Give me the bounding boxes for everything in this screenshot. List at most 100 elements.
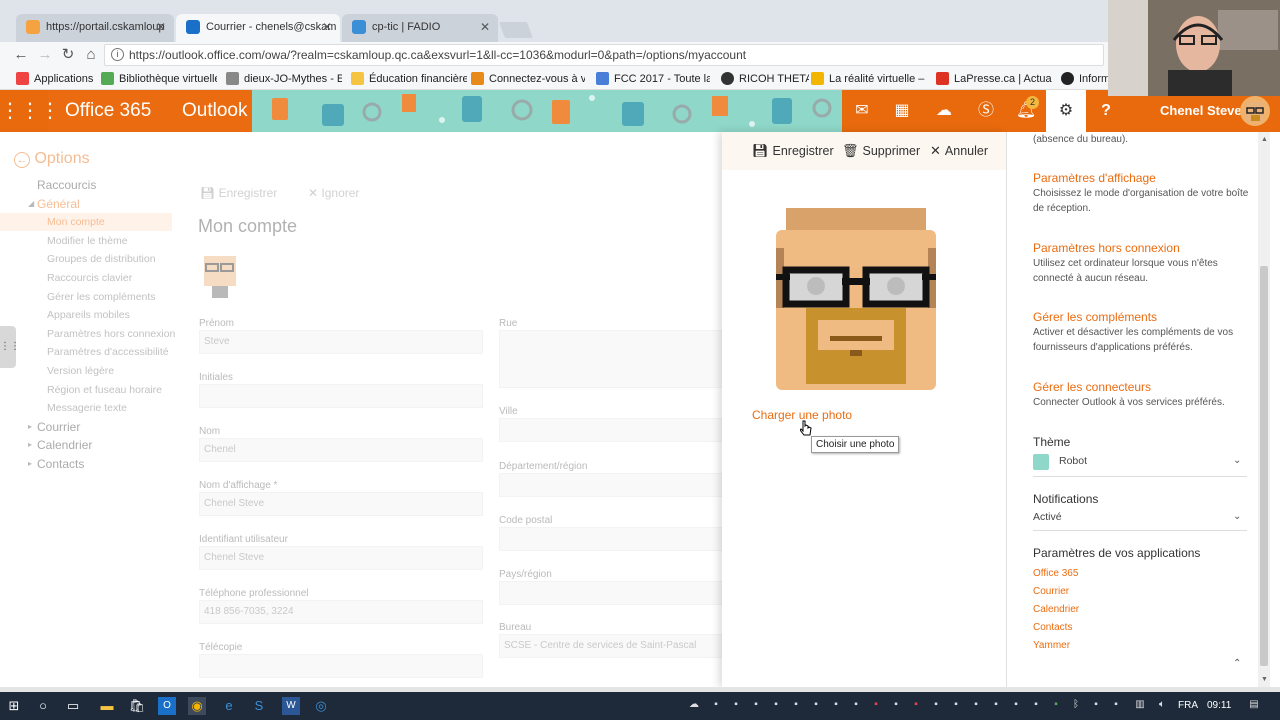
- tray-icon[interactable]: ▪: [710, 699, 722, 711]
- bookmark-realite[interactable]: La réalité virtuelle – F: [811, 71, 927, 87]
- form-input[interactable]: Chenel Steve: [199, 546, 483, 570]
- chevron-up-icon[interactable]: ⌃: [1233, 658, 1241, 669]
- form-input[interactable]: [199, 384, 483, 408]
- bookmark-lapresse[interactable]: LaPresse.ca | Actualité: [936, 71, 1052, 87]
- outlook-taskbar-icon[interactable]: O: [158, 697, 176, 715]
- form-input[interactable]: Steve: [199, 330, 483, 354]
- language-indicator[interactable]: FRA: [1178, 692, 1198, 720]
- chevron-right-icon[interactable]: ▸: [28, 436, 32, 454]
- form-input[interactable]: [499, 527, 723, 551]
- close-tab-icon[interactable]: ✕: [156, 14, 166, 40]
- tray-icon[interactable]: ▪: [850, 699, 862, 711]
- form-input[interactable]: [499, 581, 723, 605]
- close-tab-icon[interactable]: ✕: [322, 14, 332, 40]
- app-link-office365[interactable]: Office 365: [1033, 568, 1078, 579]
- manage-addins-link[interactable]: Gérer les compléments: [1033, 310, 1157, 324]
- nav-item-contacts[interactable]: Contacts: [0, 455, 172, 473]
- offline-settings-link[interactable]: Paramètres hors connexion: [1033, 241, 1180, 255]
- tray-icon[interactable]: ▪: [830, 699, 842, 711]
- edge-icon[interactable]: e: [220, 697, 238, 715]
- nav-item-raccourcis-clavier[interactable]: Raccourcis clavier: [0, 269, 172, 287]
- network-icon[interactable]: ▥: [1134, 699, 1146, 711]
- app-link-courrier[interactable]: Courrier: [1033, 586, 1069, 597]
- bookmark-inform[interactable]: Inform: [1061, 71, 1111, 87]
- tray-icon[interactable]: ▪: [1010, 699, 1022, 711]
- form-input[interactable]: Chenel: [199, 438, 483, 462]
- tray-icon[interactable]: ▪: [1090, 699, 1102, 711]
- form-input[interactable]: [499, 330, 723, 388]
- scroll-down-arrow-icon[interactable]: ▼: [1261, 676, 1268, 683]
- browser-tab-courrier[interactable]: Courrier - chenels@cskam ✕: [176, 14, 340, 42]
- tray-icon[interactable]: ▪: [950, 699, 962, 711]
- form-input[interactable]: [499, 473, 723, 497]
- manage-connectors-link[interactable]: Gérer les connecteurs: [1033, 380, 1151, 394]
- skype-taskbar-icon[interactable]: S: [250, 697, 268, 715]
- tray-icon[interactable]: ▪: [770, 699, 782, 711]
- nav-item-mon-compte[interactable]: Mon compte: [0, 213, 172, 232]
- tray-icon[interactable]: ▪: [1030, 699, 1042, 711]
- nav-item-calendrier[interactable]: Calendrier: [0, 436, 172, 454]
- app-name[interactable]: Outlook: [182, 90, 247, 132]
- tray-icon[interactable]: ▪: [870, 699, 882, 711]
- o365-brand[interactable]: Office 365: [65, 90, 151, 132]
- chevron-right-icon[interactable]: ▸: [28, 418, 32, 436]
- volume-icon[interactable]: 🔈︎: [1156, 699, 1168, 711]
- outlook-icon[interactable]: ✉: [842, 90, 882, 132]
- tray-icon[interactable]: ▪: [790, 699, 802, 711]
- tray-icon[interactable]: ▪: [1110, 699, 1122, 711]
- form-input[interactable]: Chenel Steve: [199, 492, 483, 516]
- photo-delete-button[interactable]: 🗑︎ Supprimer: [842, 142, 920, 160]
- nav-item-modifier-le-theme[interactable]: Modifier le thème: [0, 232, 172, 250]
- app-link-calendrier[interactable]: Calendrier: [1033, 604, 1079, 615]
- bookmark-education[interactable]: Éducation financière: [351, 71, 467, 87]
- reload-icon[interactable]: ↻: [59, 46, 77, 64]
- nav-item-groupes-de-distribution[interactable]: Groupes de distribution: [0, 250, 172, 268]
- close-tab-icon[interactable]: ✕: [480, 14, 490, 40]
- nav-item-raccourcis[interactable]: Raccourcis: [0, 176, 172, 194]
- avatar[interactable]: [1240, 96, 1270, 126]
- tray-icon[interactable]: ▪: [810, 699, 822, 711]
- bluetooth-icon[interactable]: ᛒ: [1070, 699, 1082, 711]
- back-arrow-icon[interactable]: ←: [14, 152, 30, 168]
- tray-icon[interactable]: ▪: [930, 699, 942, 711]
- home-icon[interactable]: ⌂: [82, 46, 100, 64]
- file-explorer-icon[interactable]: ▬: [98, 697, 116, 715]
- tray-icon[interactable]: ▪: [990, 699, 1002, 711]
- nav-item-parametres-hors-connexion[interactable]: Paramètres hors connexion: [0, 325, 175, 343]
- tray-icon[interactable]: ▪: [730, 699, 742, 711]
- photo-save-button[interactable]: 💾︎ Enregistrer: [752, 142, 834, 160]
- scrollbar-thumb[interactable]: [1260, 266, 1268, 666]
- tray-icon[interactable]: ▪: [970, 699, 982, 711]
- tray-icon[interactable]: ▪: [890, 699, 902, 711]
- forward-arrow-icon[interactable]: →: [36, 46, 54, 64]
- nav-item-version-legere[interactable]: Version légère: [0, 362, 172, 380]
- photo-cancel-button[interactable]: ✕ Annuler: [930, 142, 988, 160]
- store-icon[interactable]: 🛍︎: [128, 697, 146, 715]
- user-name[interactable]: Chenel Steve: [1160, 90, 1242, 132]
- nav-item-appareils-mobiles[interactable]: Appareils mobiles: [0, 306, 172, 324]
- form-input[interactable]: SCSE - Centre de services de Saint-Pasca…: [499, 634, 723, 658]
- save-button[interactable]: 💾︎ Enregistrer: [200, 186, 277, 200]
- discard-button[interactable]: ✕ Ignorer: [308, 186, 359, 200]
- nav-item-courrier[interactable]: Courrier: [0, 418, 172, 436]
- app-link-yammer[interactable]: Yammer: [1033, 640, 1070, 651]
- skype-icon[interactable]: Ⓢ: [966, 90, 1006, 132]
- bookmark-bibliotheque[interactable]: Bibliothèque virtuelle: [101, 71, 217, 87]
- onedrive-cloud-icon[interactable]: ☁: [924, 90, 964, 132]
- bookmark-applications[interactable]: Applications: [16, 71, 110, 87]
- theme-dropdown[interactable]: Robot ⌄: [1033, 452, 1247, 474]
- bell-icon[interactable]: 🔔︎: [1006, 90, 1046, 132]
- help-icon[interactable]: ?: [1086, 90, 1126, 132]
- search-icon[interactable]: ○: [34, 697, 52, 715]
- app-link-contacts[interactable]: Contacts: [1033, 622, 1072, 633]
- bookmark-ricoh[interactable]: RICOH THETA: [721, 71, 809, 87]
- app-icon[interactable]: ◎: [312, 697, 330, 715]
- tray-icon[interactable]: ▪: [1050, 699, 1062, 711]
- form-input[interactable]: [199, 654, 483, 678]
- chevron-right-icon[interactable]: ▸: [28, 455, 32, 473]
- form-input[interactable]: 418 856-7035, 3224: [199, 600, 483, 624]
- new-tab-button[interactable]: [499, 22, 533, 38]
- nav-item-region-et-fuseau-horaire[interactable]: Région et fuseau horaire: [0, 381, 172, 399]
- task-view-icon[interactable]: ▭: [64, 697, 82, 715]
- gear-icon[interactable]: ⚙: [1046, 90, 1086, 132]
